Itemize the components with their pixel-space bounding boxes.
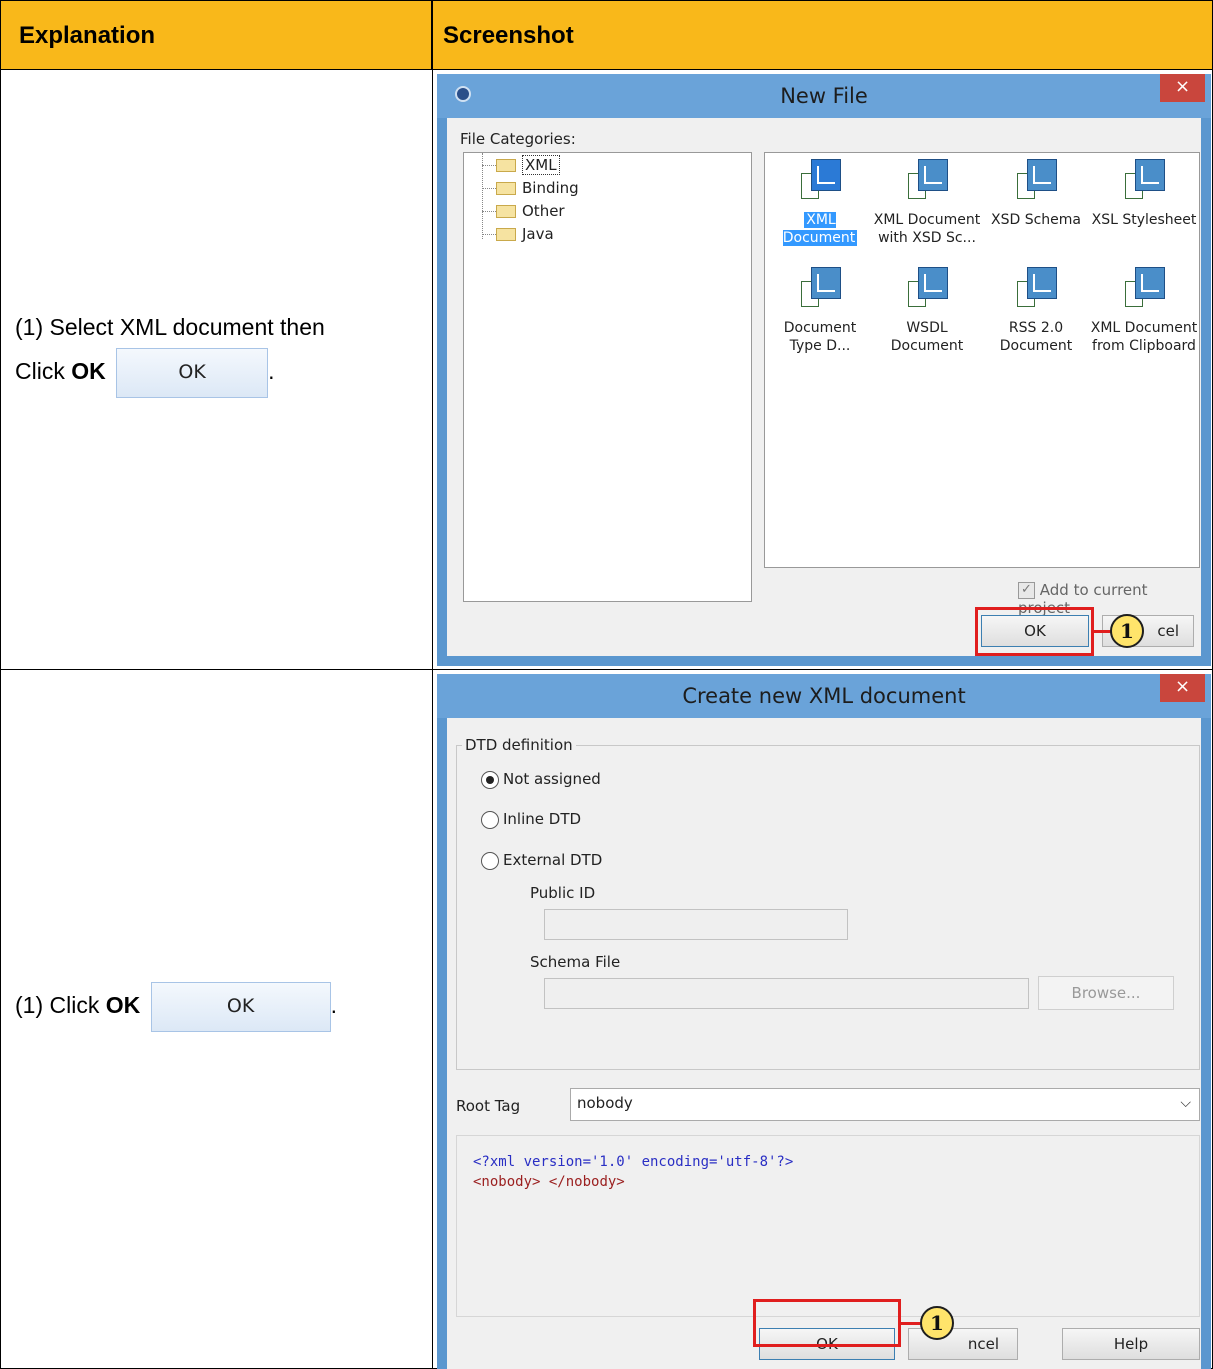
- tile-wsdl-document[interactable]: WSDL Document: [872, 267, 982, 355]
- step-callout: 1: [1110, 614, 1144, 648]
- folder-icon: [496, 205, 516, 218]
- clipboard-xml-icon: [1125, 267, 1165, 313]
- row1-ok-button-image: OK: [116, 348, 269, 398]
- folder-icon: [496, 159, 516, 172]
- explanation-header: Explanation: [0, 0, 432, 70]
- close-icon[interactable]: ×: [1160, 674, 1205, 702]
- rss-icon: [1017, 267, 1057, 313]
- xml-document-icon: [801, 159, 841, 205]
- tile-label: XML Document: [873, 212, 981, 228]
- tile-label: XML Document: [1090, 320, 1198, 336]
- folder-icon: [496, 228, 516, 241]
- radio-inline-dtd[interactable]: Inline DTD: [481, 810, 581, 829]
- row2-step-text: (1) Click: [15, 992, 106, 1019]
- tile-xml-document[interactable]: XML Document: [765, 159, 875, 247]
- callout-connector: [901, 1322, 921, 1325]
- row1-period: .: [268, 358, 275, 385]
- tile-label-2: Document: [999, 338, 1073, 354]
- dtd-group-box: [456, 745, 1200, 1070]
- radio-label: Not assigned: [503, 770, 601, 788]
- tile-document-type[interactable]: Document Type D...: [765, 267, 875, 355]
- file-categories-label: File Categories:: [460, 130, 576, 148]
- xml-open-tag: <nobody>: [473, 1174, 541, 1190]
- schema-file-input[interactable]: [544, 978, 1029, 1009]
- close-icon[interactable]: ×: [1160, 74, 1205, 102]
- xml-close-tag: </nobody>: [548, 1174, 625, 1190]
- radio-label: External DTD: [503, 851, 603, 869]
- radio-external-dtd[interactable]: External DTD: [481, 851, 602, 870]
- tile-label: WSDL: [906, 320, 948, 336]
- tile-xsd-schema[interactable]: XSD Schema: [981, 159, 1091, 229]
- tile-label-2: from Clipboard: [1092, 338, 1196, 354]
- row1-step-text: (1) Select XML document then: [15, 314, 325, 340]
- tree-item-binding[interactable]: Binding: [482, 177, 579, 199]
- templates-panel: XML Document XML Document with XSD Sc...…: [764, 152, 1200, 568]
- row2-period: .: [330, 992, 338, 1019]
- row2-explanation-cell: (1) Click OK OK.: [0, 669, 433, 1369]
- tile-label: Document: [783, 320, 857, 336]
- schema-file-label: Schema File: [530, 953, 621, 971]
- screenshot-header: Screenshot: [432, 0, 1213, 70]
- row1-click-word: Click: [15, 358, 72, 385]
- tile-label-2: with XSD Sc...: [878, 230, 976, 246]
- tree-label-other: Other: [522, 202, 565, 220]
- tile-label: XSL Stylesheet: [1091, 212, 1197, 228]
- root-tag-value: nobody: [577, 1094, 633, 1112]
- root-tag-combo[interactable]: nobody ⌵: [570, 1088, 1200, 1121]
- tile-label-2: Type D...: [789, 338, 851, 354]
- tile-rss-document[interactable]: RSS 2.0 Document: [981, 267, 1091, 355]
- row2-ok-bold: OK: [105, 992, 141, 1019]
- tree-label-binding: Binding: [522, 179, 579, 197]
- cancel-fragment: ncel: [967, 1335, 999, 1353]
- root-tag-label: Root Tag: [456, 1097, 521, 1115]
- ok-highlight-box: [753, 1299, 901, 1347]
- new-file-client: File Categories: XML Binding Other Java …: [447, 118, 1201, 656]
- tile-xml-from-clipboard[interactable]: XML Document from Clipboard: [1089, 267, 1199, 355]
- ok-highlight-box: [975, 607, 1094, 656]
- browse-button[interactable]: Browse...: [1038, 976, 1174, 1010]
- tile-label: XSD Schema: [991, 212, 1081, 228]
- cancel-fragment: cel: [1157, 622, 1179, 640]
- tree-item-xml[interactable]: XML: [482, 154, 560, 176]
- tile-label: RSS 2.0: [1008, 320, 1064, 336]
- tile-label: XML Document: [782, 212, 858, 246]
- create-xml-client: DTD definition Not assigned Inline DTD E…: [447, 718, 1201, 1369]
- radio-icon: [481, 810, 499, 829]
- public-id-label: Public ID: [530, 884, 596, 902]
- wsdl-icon: [908, 267, 948, 313]
- tile-xsl-stylesheet[interactable]: XSL Stylesheet: [1089, 159, 1199, 229]
- tree-item-java[interactable]: Java: [482, 223, 554, 245]
- step-callout: 1: [920, 1306, 954, 1340]
- tile-label-2: Document: [890, 338, 964, 354]
- tree-label-java: Java: [522, 225, 554, 243]
- row2-ok-button-image: OK: [150, 982, 331, 1032]
- radio-label: Inline DTD: [503, 810, 582, 828]
- help-button[interactable]: Help: [1062, 1328, 1200, 1360]
- categories-tree[interactable]: XML Binding Other Java: [463, 152, 752, 602]
- chevron-down-icon[interactable]: ⌵: [1180, 1095, 1191, 1111]
- tree-item-other[interactable]: Other: [482, 200, 565, 222]
- checkbox-checked-icon: ✓: [1018, 582, 1035, 599]
- xsd-schema-icon: [1017, 159, 1057, 205]
- radio-selected-icon: [481, 770, 499, 789]
- new-file-dialog: New File × File Categories: XML Binding …: [437, 74, 1211, 666]
- folder-icon: [496, 182, 516, 195]
- xml-root-line: <nobody> </nobody>: [473, 1172, 625, 1192]
- create-xml-dialog: Create new XML document × DTD definition…: [437, 674, 1211, 1369]
- xml-declaration-line: <?xml version='1.0' encoding='utf-8'?>: [473, 1154, 794, 1170]
- radio-not-assigned[interactable]: Not assigned: [481, 770, 601, 789]
- xsl-stylesheet-icon: [1125, 159, 1165, 205]
- row1-ok-bold: OK: [71, 358, 106, 385]
- public-id-input[interactable]: [544, 909, 848, 940]
- radio-icon: [481, 851, 499, 870]
- dtd-group-label: DTD definition: [462, 736, 576, 754]
- tile-xml-document-xsd[interactable]: XML Document with XSD Sc...: [872, 159, 982, 247]
- xml-schema-doc-icon: [908, 159, 948, 205]
- row1-explanation-cell: (1) Select XML document then Click OK OK…: [0, 69, 433, 670]
- xml-preview-pane: <?xml version='1.0' encoding='utf-8'?> <…: [456, 1135, 1200, 1317]
- dtd-icon: [801, 267, 841, 313]
- new-file-title: New File: [780, 84, 868, 108]
- tree-label-xml: XML: [522, 155, 560, 175]
- create-xml-title: Create new XML document: [682, 684, 966, 708]
